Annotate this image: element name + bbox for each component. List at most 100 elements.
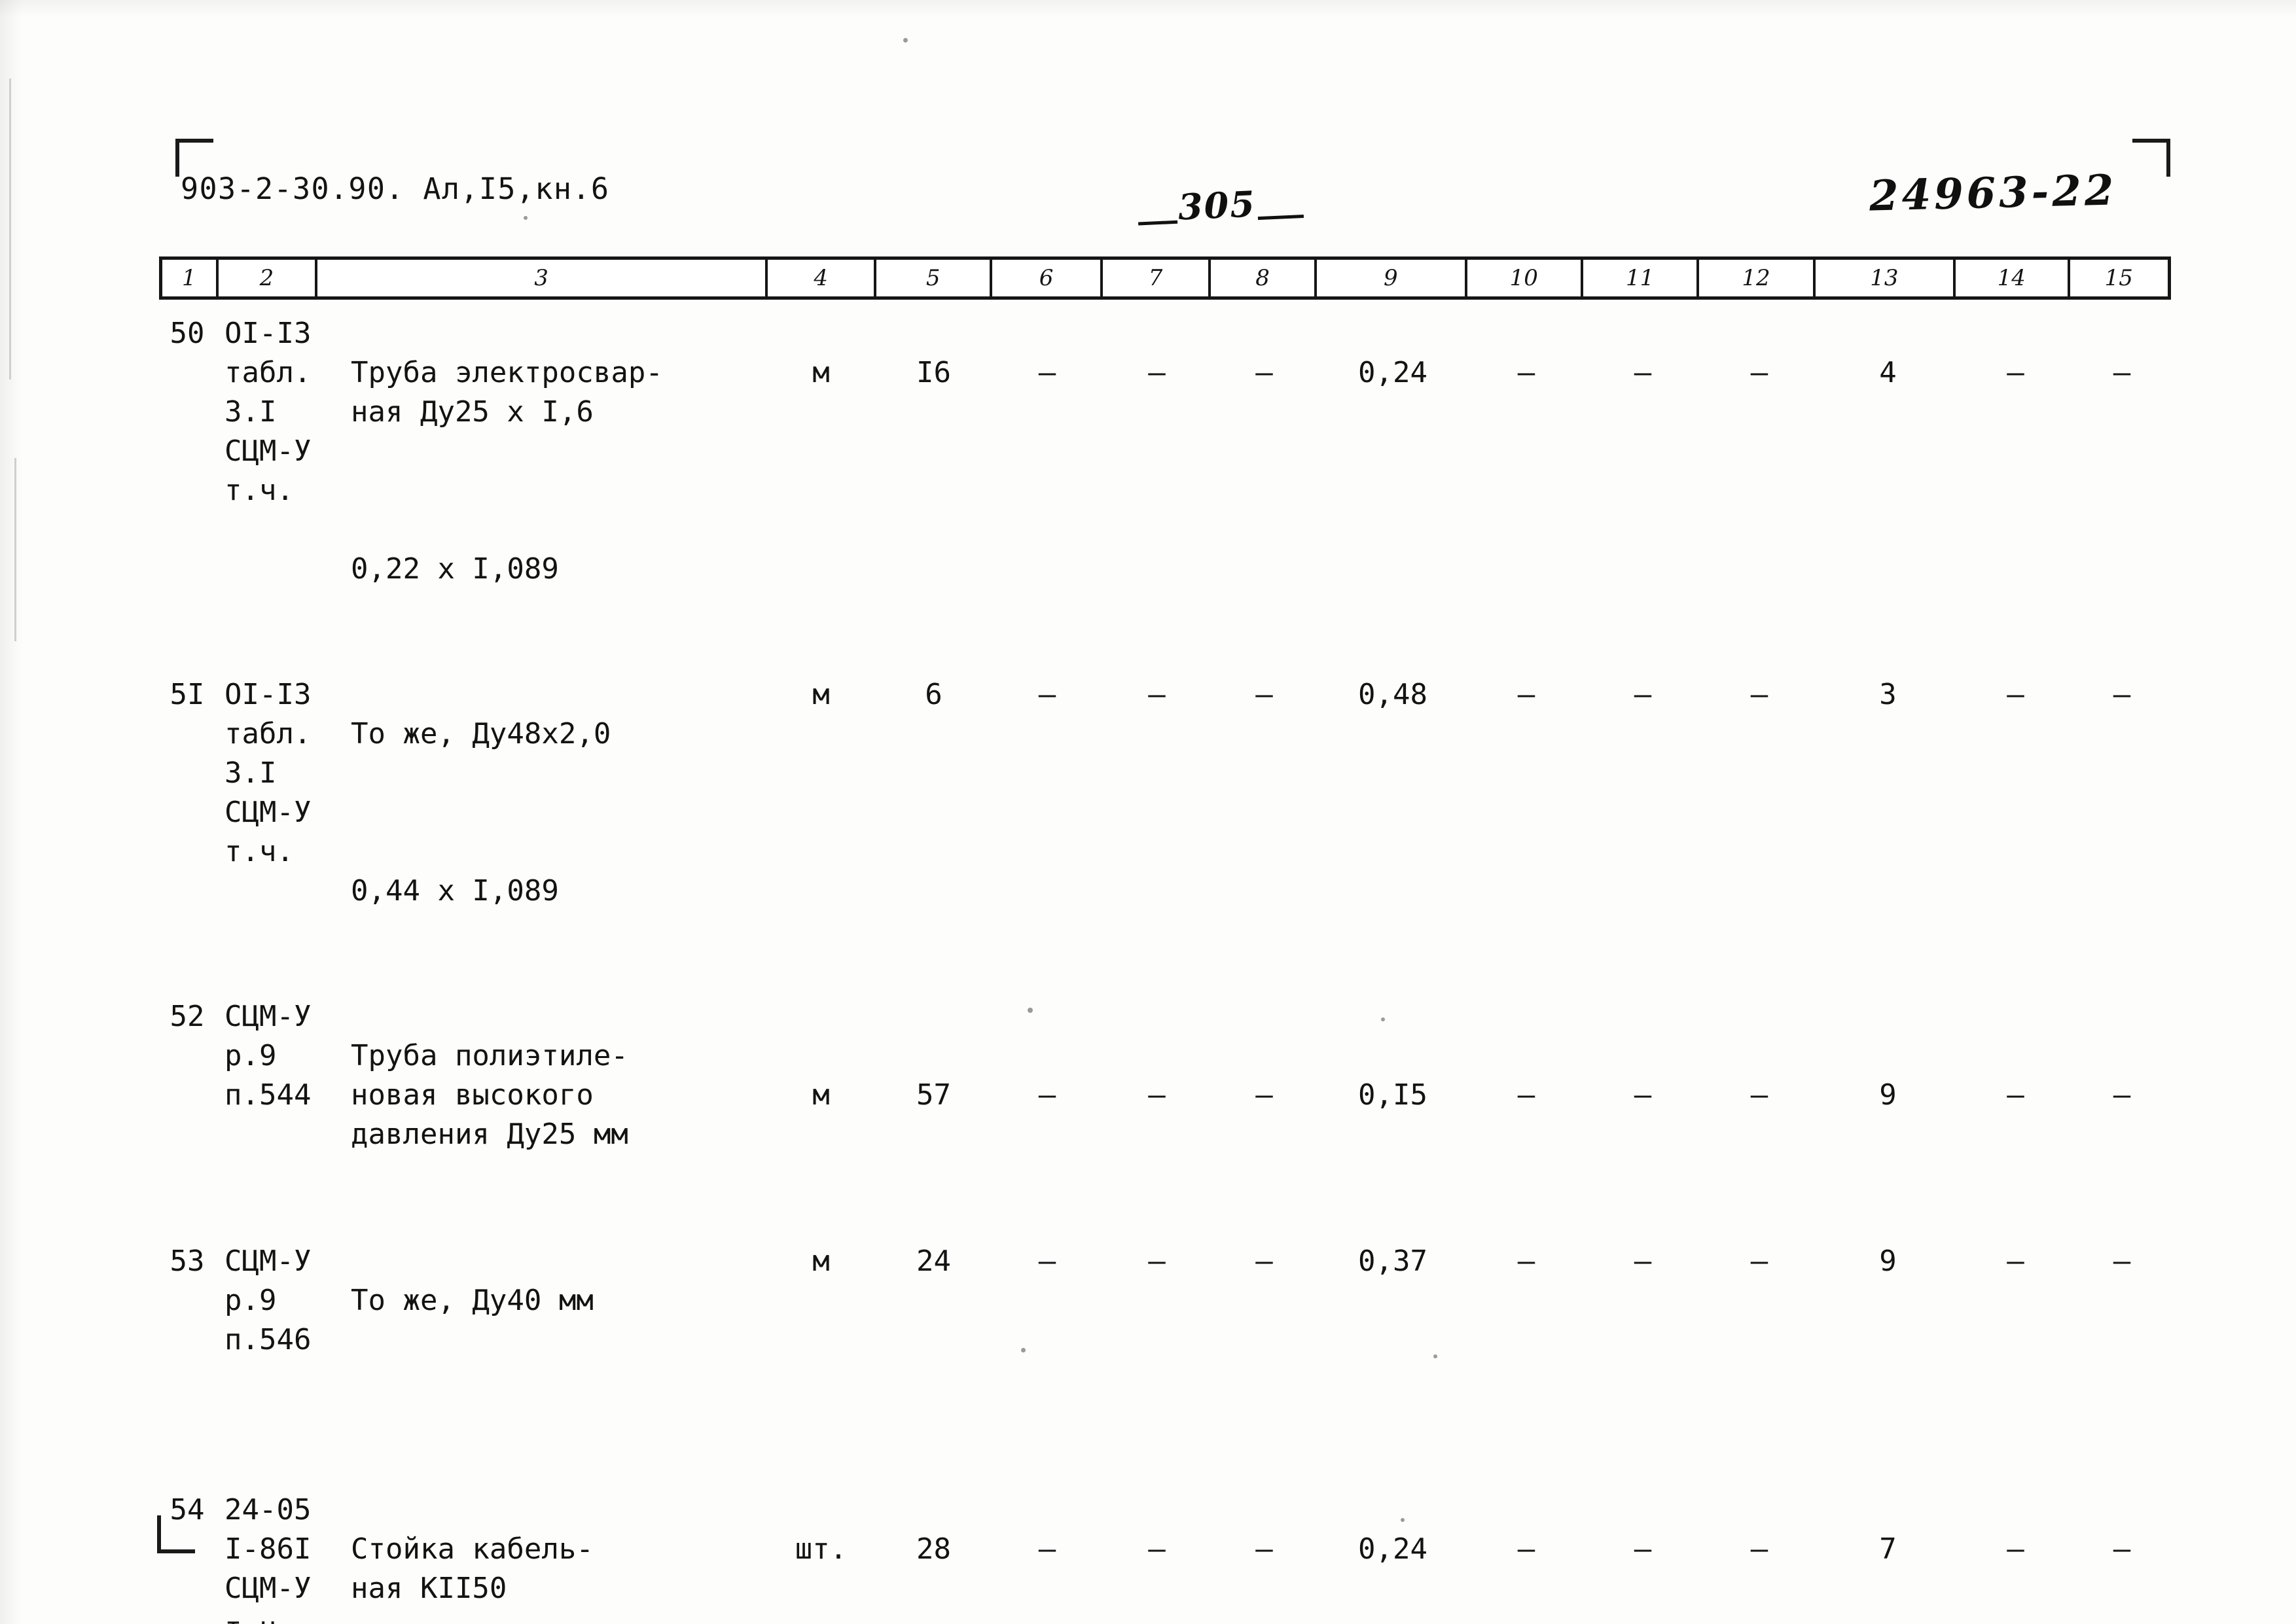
row-description-main: То же, Ду40 мм [351, 1284, 594, 1317]
column-header-2: 2 [219, 260, 318, 296]
column-header-4: 4 [768, 260, 877, 296]
row-code-reference: 24-05 І-86І СЦМ-У т.ч. [224, 1493, 312, 1624]
row-col9: 0,48 [1358, 678, 1427, 711]
row-col6: – [1038, 1532, 1056, 1566]
column-header-1: 1 [162, 260, 219, 296]
row-code-reference: ОІ-І3 табл. 3.І СЦМ-У т.ч. [224, 317, 312, 507]
row-col11: – [1634, 1244, 1652, 1278]
scan-shading-left [0, 0, 22, 1624]
row-col13: 4 [1879, 356, 1897, 389]
row-col9: 0,37 [1358, 1244, 1427, 1278]
row-unit: м [812, 1078, 830, 1112]
column-header-8: 8 [1211, 260, 1318, 296]
row-col10: – [1517, 356, 1535, 389]
column-header-3: 3 [317, 260, 768, 296]
row-description: Труба полиэтиле- новая высокого давления… [315, 997, 766, 1233]
row-description: Стойка кабель- ная КІІ50 0,22 х І,072 [315, 1491, 766, 1624]
row-unit: м [812, 1244, 830, 1278]
row-position-number: 50 [170, 317, 205, 350]
row-col15: – [2113, 356, 2131, 389]
row-col15: – [2113, 1078, 2131, 1112]
row-col14: – [2007, 678, 2024, 711]
row-unit: шт. [795, 1532, 848, 1566]
scan-shading-top [0, 0, 2296, 17]
column-header-10: 10 [1467, 260, 1583, 296]
row-col8: – [1255, 1244, 1273, 1278]
column-header-6: 6 [992, 260, 1103, 296]
row-col14: – [2007, 356, 2024, 389]
row-description-formula: 0,22 х І,089 [351, 552, 559, 586]
table-row: 52 СЦМ-У р.9 п.544 Труба полиэтиле- нова… [159, 997, 2171, 1233]
row-col13: 7 [1879, 1532, 1897, 1566]
row-col10: – [1517, 1532, 1535, 1566]
row-col11: – [1634, 1078, 1652, 1112]
table-row: 50 ОІ-І3 табл. 3.І СЦМ-У т.ч. Труба элек… [159, 314, 2171, 628]
row-position-number: 53 [170, 1244, 205, 1278]
row-col11: – [1634, 356, 1652, 389]
row-col14: – [2007, 1532, 2024, 1566]
row-col14: – [2007, 1078, 2024, 1112]
row-col10: – [1517, 678, 1535, 711]
row-col7: – [1148, 356, 1166, 389]
row-col12: – [1750, 1244, 1768, 1278]
row-position-number: 54 [170, 1493, 205, 1527]
row-description-formula: 0,44 х І,089 [351, 874, 559, 908]
scan-artifact-line [9, 79, 11, 380]
table-row: 54 24-05 І-86І СЦМ-У т.ч. Стойка кабель-… [159, 1491, 2171, 1624]
row-col7: – [1148, 1078, 1166, 1112]
row-col7: – [1148, 1532, 1166, 1566]
scan-speck [903, 38, 908, 43]
handwritten-archive-code: 24963-22 [1869, 166, 2118, 221]
row-position-number: 5І [170, 678, 205, 711]
row-col13: 9 [1879, 1244, 1897, 1278]
row-col15: – [2113, 1244, 2131, 1278]
column-header-5: 5 [876, 260, 992, 296]
row-col8: – [1255, 678, 1273, 711]
row-description-main: То же, Ду48х2,0 [351, 717, 611, 750]
row-col8: – [1255, 1078, 1273, 1112]
table-column-header-row: 1 2 3 4 5 6 7 8 9 10 11 12 13 14 15 [159, 256, 2171, 300]
column-header-13: 13 [1816, 260, 1956, 296]
row-col12: – [1750, 1532, 1768, 1566]
row-col13: 3 [1879, 678, 1897, 711]
row-col15: – [2113, 678, 2131, 711]
row-quantity: 6 [925, 678, 942, 711]
row-col15: – [2113, 1532, 2131, 1566]
row-col12: – [1750, 678, 1768, 711]
row-col6: – [1038, 1078, 1056, 1112]
document-reference-header: 903-2-30.90. Ал,І5,кн.6 [181, 171, 610, 206]
row-col7: – [1148, 1244, 1166, 1278]
row-col7: – [1148, 678, 1166, 711]
row-col8: – [1255, 1532, 1273, 1566]
column-header-14: 14 [1956, 260, 2070, 296]
row-col9: 0,24 [1358, 1532, 1427, 1566]
row-col6: – [1038, 356, 1056, 389]
row-col12: – [1750, 356, 1768, 389]
row-description-main: Стойка кабель- ная КІІ50 [351, 1532, 594, 1605]
row-description: Труба электросвар- ная Ду25 х І,6 0,22 х… [315, 314, 766, 628]
scan-speck [524, 216, 528, 220]
row-description: То же, Ду48х2,0 0,44 х І,089 [315, 675, 766, 950]
row-col11: – [1634, 678, 1652, 711]
row-position-number: 52 [170, 1000, 205, 1033]
row-quantity: І6 [916, 356, 951, 389]
column-header-9: 9 [1317, 260, 1467, 296]
row-quantity: 57 [916, 1078, 951, 1112]
row-col13: 9 [1879, 1078, 1897, 1112]
row-code-reference: ОІ-І3 табл. 3.І СЦМ-У т.ч. [224, 678, 312, 868]
column-header-11: 11 [1583, 260, 1700, 296]
row-col12: – [1750, 1078, 1768, 1112]
page-number-value: 305 [1177, 183, 1257, 228]
row-col14: – [2007, 1244, 2024, 1278]
column-header-7: 7 [1103, 260, 1211, 296]
row-quantity: 24 [916, 1244, 951, 1278]
row-col10: – [1517, 1244, 1535, 1278]
scanned-document-page: 903-2-30.90. Ал,І5,кн.6 305 24963-22 1 2… [0, 0, 2296, 1624]
table-body: 50 ОІ-І3 табл. 3.І СЦМ-У т.ч. Труба элек… [159, 314, 2171, 1624]
row-col8: – [1255, 356, 1273, 389]
row-unit: м [812, 678, 830, 711]
row-description: То же, Ду40 мм [315, 1242, 766, 1399]
column-header-15: 15 [2104, 265, 2133, 291]
row-unit: м [812, 356, 830, 389]
row-code-reference: СЦМ-У р.9 п.544 [224, 1000, 312, 1112]
